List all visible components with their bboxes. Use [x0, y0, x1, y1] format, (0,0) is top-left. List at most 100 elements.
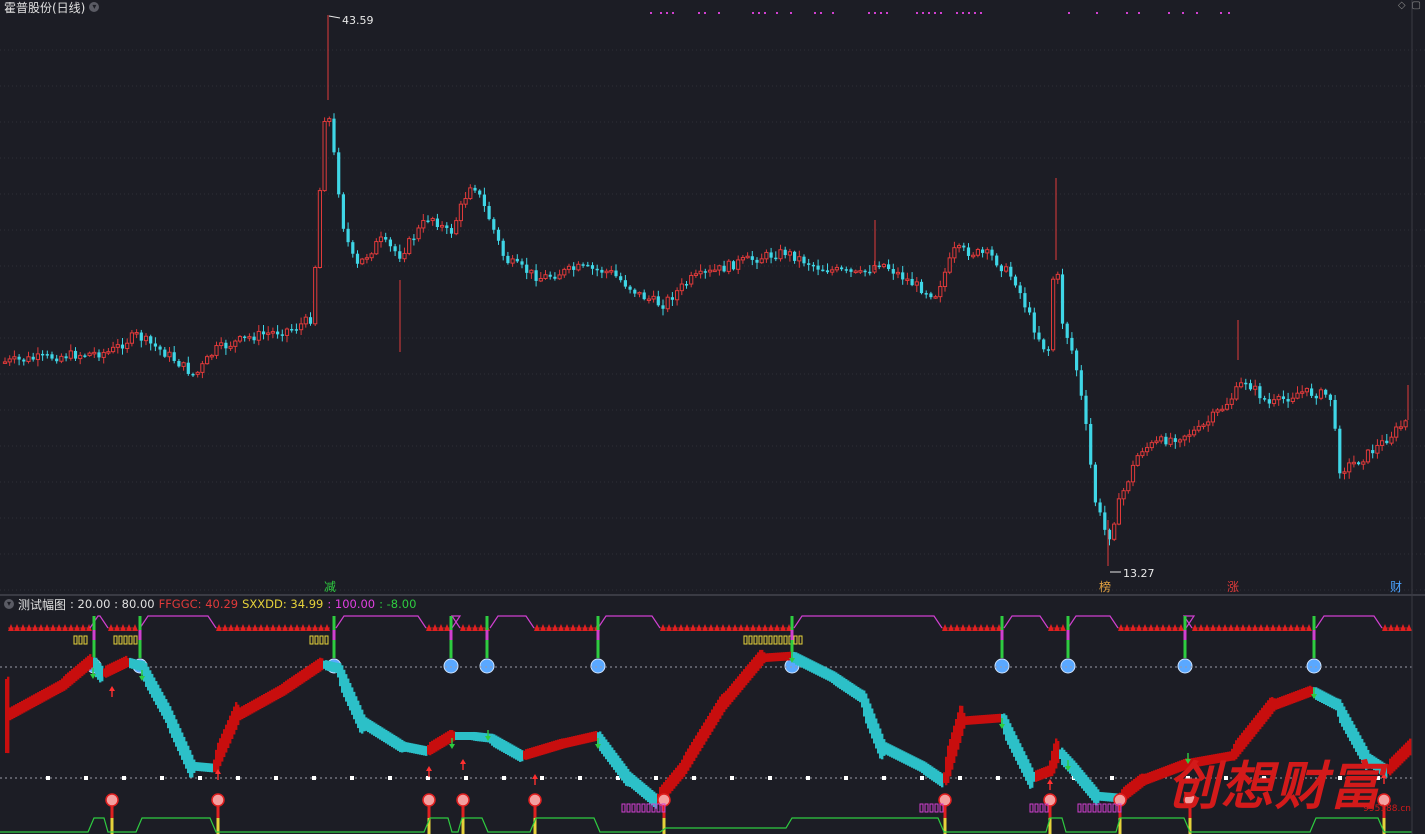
candle-body: [581, 264, 585, 266]
price-chart-pane[interactable]: 霍普股份(日线) ▾ ◇ ▢ 43.59 13.27 减 榜 涨 财: [0, 0, 1425, 594]
candles: [2, 15, 1409, 566]
candle-body: [496, 229, 501, 241]
candlestick-chart[interactable]: 43.59 13.27: [0, 0, 1425, 594]
top-signal-dot: [672, 12, 674, 14]
candle-body: [887, 264, 891, 270]
candle: [426, 215, 430, 224]
candle: [276, 325, 280, 339]
candle: [294, 323, 298, 334]
candle: [534, 264, 538, 287]
candle-body: [957, 245, 962, 249]
white-square: [844, 776, 848, 780]
candle-body: [468, 187, 473, 200]
candle-body: [975, 249, 980, 256]
top-signal-dot: [1168, 12, 1170, 14]
candle-body: [853, 270, 858, 274]
candle-body: [407, 238, 412, 254]
candle-body: [966, 247, 971, 256]
candle: [1173, 434, 1177, 449]
candle-body: [1253, 385, 1258, 390]
candle: [642, 289, 646, 301]
candle-body: [717, 265, 722, 271]
candle: [553, 272, 557, 281]
candle: [106, 347, 111, 356]
candle: [764, 249, 769, 263]
candle: [313, 265, 318, 326]
candle-body: [1347, 462, 1352, 473]
candle-body: [623, 280, 627, 287]
candle-body: [388, 239, 392, 247]
candle: [1371, 444, 1375, 459]
candle: [73, 347, 78, 362]
yellow-box: [768, 635, 773, 645]
event-marker-zhang[interactable]: 涨: [1225, 580, 1241, 594]
candle-body: [999, 265, 1003, 272]
candle-body: [1028, 307, 1032, 313]
candle-body: [1371, 450, 1375, 454]
candle-body: [1018, 285, 1022, 294]
candle-body: [1394, 426, 1399, 438]
candle: [543, 270, 548, 280]
candle-body: [1037, 332, 1041, 340]
candle: [506, 251, 510, 265]
candle-body: [797, 256, 802, 262]
sell-signal: [1113, 793, 1127, 834]
candle: [384, 232, 388, 243]
candle-body: [463, 198, 468, 205]
event-marker-cai[interactable]: 财: [1388, 580, 1404, 594]
yellow-box: [319, 635, 324, 645]
candle-body: [1286, 398, 1290, 402]
candle-body: [543, 274, 548, 280]
candle-body: [538, 278, 543, 282]
candle-body: [1060, 274, 1065, 324]
candle: [901, 265, 905, 285]
candle: [59, 353, 64, 364]
candle-body: [1135, 455, 1140, 466]
buy-signal: [590, 616, 606, 674]
yellow-box: [314, 635, 319, 645]
candle-body: [1051, 278, 1056, 351]
magenta-box: [646, 803, 651, 813]
top-signal-dot: [718, 12, 720, 14]
candle-body: [1070, 337, 1074, 351]
candle: [717, 264, 722, 276]
candle: [284, 327, 290, 343]
candle: [468, 184, 473, 201]
candle-body: [1042, 339, 1046, 350]
candle: [445, 222, 449, 234]
candle-body: [1093, 464, 1097, 503]
candle-body: [881, 263, 886, 268]
candle: [722, 260, 726, 273]
top-signal-dot: [666, 12, 668, 14]
event-marker-bang[interactable]: 榜: [1097, 580, 1113, 594]
candle: [726, 259, 731, 275]
candle: [143, 333, 149, 346]
candle: [1338, 425, 1342, 479]
candle: [731, 260, 736, 271]
event-marker-jian[interactable]: 减: [322, 580, 338, 594]
candle: [895, 267, 901, 279]
candle: [247, 333, 252, 342]
magenta-signal-trace: [489, 615, 535, 629]
candle: [515, 254, 519, 263]
candle: [341, 192, 345, 232]
candle-body: [731, 261, 736, 270]
candle-body: [200, 363, 205, 373]
candle-body: [303, 316, 308, 325]
candle-body: [435, 218, 439, 228]
candle: [1164, 433, 1168, 447]
chevron-down-icon[interactable]: ▾: [4, 599, 14, 609]
sell-signal: [528, 793, 542, 834]
candle-body: [115, 344, 120, 348]
candle-body: [849, 269, 853, 272]
candle-body: [933, 296, 938, 299]
magenta-signal-segment: [1183, 630, 1187, 640]
candle-body: [294, 329, 298, 331]
blue-ball-icon: [590, 658, 606, 674]
candle: [364, 253, 369, 264]
candle: [670, 292, 674, 306]
candle-body: [1079, 370, 1083, 396]
candle: [1037, 325, 1041, 342]
watermark-url: 995188.cn: [1363, 804, 1411, 814]
candle-body: [1046, 349, 1050, 351]
